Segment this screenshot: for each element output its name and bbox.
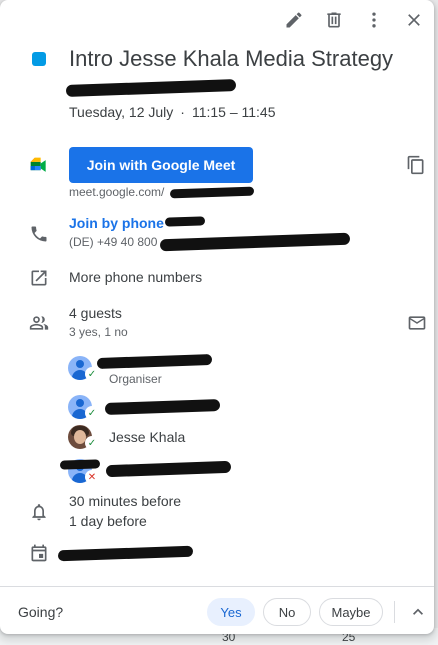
more-vert-icon [372,12,376,28]
footer-divider [394,601,395,623]
datetime-separator: · [180,104,185,120]
email-guests-icon[interactable] [407,313,427,333]
guest-role: Organiser [109,372,162,386]
check-icon: ✓ [85,436,99,450]
meet-link[interactable]: meet.google.com/ [69,185,164,199]
calendar-color-square [32,52,46,66]
bell-icon [29,502,49,522]
rsvp-maybe-button[interactable]: Maybe [319,598,383,626]
guests-summary: 3 yes, 1 no [69,325,128,339]
reminder-item: 1 day before [69,513,147,529]
close-icon [408,14,420,26]
check-icon: ✓ [85,406,99,420]
event-datetime: Tuesday, 12 July · 11:15 – 11:45 [69,104,276,120]
redaction-mark [65,79,237,97]
rsvp-yes-button[interactable]: Yes [207,598,255,626]
join-by-phone-link[interactable]: Join by phone [69,215,164,231]
calendar-icon [29,543,49,563]
copy-icon[interactable] [406,155,426,175]
event-time: 11:15 – 11:45 [191,104,276,120]
expand-less-icon[interactable] [408,602,428,622]
dialog-toolbar [274,8,434,32]
event-title: Intro Jesse Khala Media Strategy [69,46,394,71]
google-meet-icon [29,156,49,176]
event-details-dialog: Intro Jesse Khala Media Strategy Tuesday… [0,0,434,634]
trash-icon [327,12,341,28]
more-phone-numbers-link[interactable]: More phone numbers [69,269,202,285]
pencil-icon [286,12,302,28]
phone-number: (DE) +49 40 800 [69,235,158,249]
redaction-mark [159,232,351,252]
join-google-meet-button[interactable]: Join with Google Meet [69,147,253,183]
phone-icon [29,224,49,244]
close-button[interactable] [394,8,434,32]
guest-item[interactable]: ✓ Jesse Khala [68,425,268,453]
redaction-mark [57,545,194,562]
rsvp-no-button[interactable]: No [263,598,311,626]
check-icon: ✓ [85,367,99,381]
cross-icon: ✕ [85,470,99,484]
redaction-mark [164,216,206,227]
redaction-mark [169,186,255,199]
delete-event-button[interactable] [314,8,354,32]
open-in-new-icon [29,268,49,288]
rsvp-footer: Going? Yes No Maybe [0,586,434,634]
redaction-mark [59,459,101,470]
going-label: Going? [18,604,64,620]
guests-count: 4 guests [69,305,122,321]
more-options-button[interactable] [354,8,394,32]
edit-event-button[interactable] [274,8,314,32]
people-icon [29,313,49,333]
reminder-item: 30 minutes before [69,493,182,509]
guest-name: Jesse Khala [109,429,186,445]
event-date: Tuesday, 12 July [69,104,174,120]
